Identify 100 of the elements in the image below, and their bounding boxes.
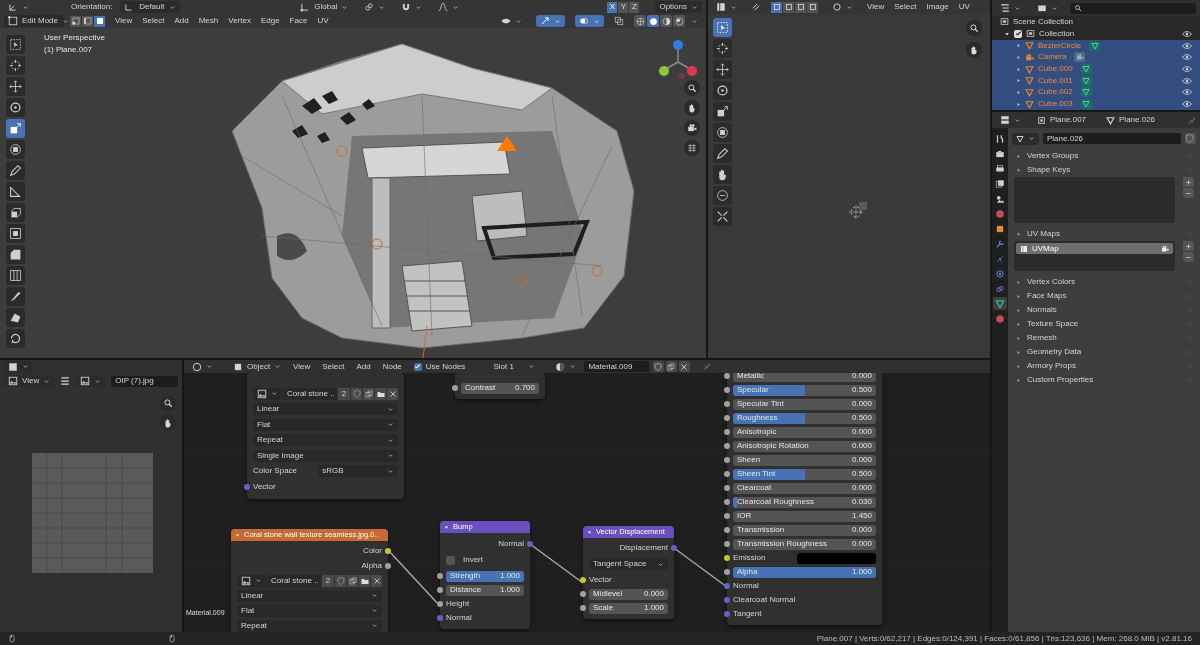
transform-orientation-dropdown[interactable]: Global bbox=[296, 1, 353, 13]
slider-field[interactable]: Clearcoat Roughness 0.030 bbox=[733, 496, 876, 508]
menu-item[interactable]: View bbox=[867, 3, 885, 11]
menu-item[interactable]: Vertex bbox=[228, 17, 251, 25]
dropdown[interactable]: Flat bbox=[237, 604, 382, 617]
outliner-row[interactable]: BezierCircle bbox=[992, 39, 1200, 52]
panel-header[interactable]: Normals bbox=[1012, 303, 1196, 317]
menu-item[interactable]: Select bbox=[142, 17, 165, 25]
dropdown[interactable]: Repeat bbox=[253, 434, 398, 447]
menu-item[interactable]: UV bbox=[317, 17, 329, 25]
menu-item[interactable]: Node bbox=[382, 362, 402, 371]
slider-field[interactable]: Sheen Tint 0.500 bbox=[733, 468, 876, 480]
checkbox-label: Use Nodes bbox=[425, 362, 466, 371]
options-dropdown[interactable]: Options bbox=[655, 1, 702, 13]
panel-header[interactable]: Vertex Colors bbox=[1012, 275, 1196, 289]
node-card[interactable]: Coral stone .. 2 Linear Flat Repeat Single Image Color Space sRGB Vector bbox=[247, 373, 404, 499]
number-field[interactable]: IOR 1.450 bbox=[733, 510, 876, 522]
image-name-field[interactable]: OIP (7).jpg bbox=[111, 375, 178, 387]
user-count-button[interactable]: 2 bbox=[338, 387, 350, 400]
menu-item[interactable]: Add bbox=[356, 362, 371, 371]
dropdown[interactable]: Single Image bbox=[253, 449, 398, 462]
slider-field[interactable]: Metallic 0.000 bbox=[733, 373, 876, 382]
slider-field[interactable]: Alpha 1.000 bbox=[733, 566, 876, 578]
mirror-axis-toggle[interactable]: Z bbox=[629, 1, 640, 13]
outliner-row[interactable]: Collection bbox=[992, 28, 1200, 40]
panel-header[interactable]: Geometry Data bbox=[1012, 345, 1196, 359]
panel-header[interactable]: Shape Keys bbox=[1012, 163, 1196, 177]
menu-item[interactable]: Select bbox=[894, 3, 917, 11]
dropdown[interactable]: Linear bbox=[237, 589, 382, 602]
slider-field[interactable]: Anisotropic 0.000 bbox=[733, 426, 876, 438]
object-name: Camera bbox=[1038, 53, 1067, 62]
socket-label: Normal bbox=[498, 540, 524, 548]
panel-header[interactable]: Armory Props bbox=[1012, 359, 1196, 373]
number-field[interactable]: Contrast 0.700 bbox=[461, 382, 539, 394]
slider-field[interactable]: Sheen 0.000 bbox=[733, 454, 876, 466]
node-card[interactable]: Contrast 0.700 bbox=[455, 373, 545, 399]
dropdown[interactable]: Repeat bbox=[237, 619, 382, 632]
slider-field[interactable]: Transmission Roughness 0.000 bbox=[733, 538, 876, 550]
slider-field[interactable]: Roughness 0.500 bbox=[733, 412, 876, 424]
mesh-name-field[interactable]: Plane.026 bbox=[1043, 133, 1181, 144]
panel-header[interactable]: Texture Space bbox=[1012, 317, 1196, 331]
viewport-info-text: User Perspective bbox=[44, 34, 105, 42]
field-label: Color Space bbox=[253, 467, 299, 476]
socket-label: Emission bbox=[733, 554, 767, 562]
object-name: Cube.002 bbox=[1038, 88, 1073, 97]
menu-item[interactable]: Mesh bbox=[198, 17, 219, 25]
mirror-axis-toggle[interactable]: X bbox=[607, 1, 618, 13]
slider-field[interactable]: Transmission 0.000 bbox=[733, 524, 876, 536]
menu-item[interactable]: Select bbox=[322, 362, 345, 371]
number-field[interactable]: Midlevel 0.000 bbox=[589, 588, 668, 600]
object-name: BezierCircle bbox=[1038, 41, 1082, 50]
panel-header[interactable]: Vertex Groups bbox=[1012, 149, 1196, 163]
slider-field[interactable]: Specular 0.500 bbox=[733, 384, 876, 396]
dropdown[interactable]: Linear bbox=[253, 403, 398, 416]
image-name-field[interactable]: Coral stone .. bbox=[283, 387, 337, 400]
panel-header[interactable]: Remesh bbox=[1012, 331, 1196, 345]
socket-label: Color bbox=[362, 546, 382, 555]
outliner-row[interactable]: Cube.000 bbox=[992, 63, 1200, 75]
mirror-axis-toggle[interactable]: Y bbox=[618, 1, 629, 13]
slider-field[interactable]: Specular Tint 0.000 bbox=[733, 398, 876, 410]
shader-type-dropdown[interactable]: Object bbox=[229, 360, 281, 373]
menu-item[interactable]: Image bbox=[926, 3, 949, 11]
panel-header[interactable]: Custom Properties bbox=[1012, 373, 1196, 387]
menu-item[interactable]: View bbox=[115, 17, 133, 25]
mesh-name: Plane.026 bbox=[1119, 116, 1156, 124]
menu-item[interactable]: View bbox=[293, 362, 311, 371]
orientation-dropdown[interactable]: Default bbox=[120, 1, 181, 13]
collection-name: Scene Collection bbox=[1013, 18, 1074, 26]
outliner-row[interactable]: Scene Collection bbox=[992, 16, 1200, 28]
checkbox-label: Invert bbox=[463, 556, 483, 564]
outliner-row[interactable]: Cube.003 bbox=[992, 98, 1200, 110]
orientation-label: Orientation: bbox=[71, 3, 113, 11]
menu-item[interactable]: UV bbox=[958, 3, 970, 11]
dropdown[interactable]: sRGB bbox=[318, 465, 398, 478]
slot-dropdown[interactable]: Slot 1 bbox=[489, 360, 540, 373]
material-name-field[interactable]: Material.009 bbox=[584, 361, 649, 372]
user-count-button[interactable]: 2 bbox=[322, 574, 334, 587]
object-name: Cube.000 bbox=[1038, 65, 1073, 74]
number-field[interactable]: Scale 1.000 bbox=[589, 602, 668, 614]
slider-field[interactable]: Strength 1.000 bbox=[446, 570, 524, 582]
socket-label: Vector bbox=[589, 576, 612, 584]
menu-item[interactable]: Face bbox=[289, 17, 308, 25]
number-field[interactable]: Distance 1.000 bbox=[446, 584, 524, 596]
socket-label: Vector bbox=[253, 482, 276, 491]
image-name-field[interactable]: Coral stone .. bbox=[267, 574, 321, 587]
socket-label: Displacement bbox=[619, 544, 668, 552]
slider-field[interactable]: Clearcoat 0.000 bbox=[733, 482, 876, 494]
socket-label: Normal bbox=[733, 582, 759, 590]
dropdown[interactable]: Tangent Space bbox=[589, 558, 668, 570]
socket-label: Height bbox=[446, 600, 470, 608]
list-item[interactable]: UVMap bbox=[1016, 243, 1173, 254]
menu-item[interactable]: Edge bbox=[260, 17, 280, 25]
slider-field[interactable]: Anisotropic Rotation 0.000 bbox=[733, 440, 876, 452]
panel-header[interactable]: UV Maps bbox=[1012, 227, 1196, 241]
dropdown[interactable]: Flat bbox=[253, 418, 398, 431]
panel-header[interactable]: Face Maps bbox=[1012, 289, 1196, 303]
object-name: Plane.007 bbox=[1050, 116, 1087, 124]
collection-name: Collection bbox=[1039, 29, 1076, 38]
view-menu[interactable]: View bbox=[4, 375, 55, 387]
menu-item[interactable]: Add bbox=[174, 17, 189, 25]
